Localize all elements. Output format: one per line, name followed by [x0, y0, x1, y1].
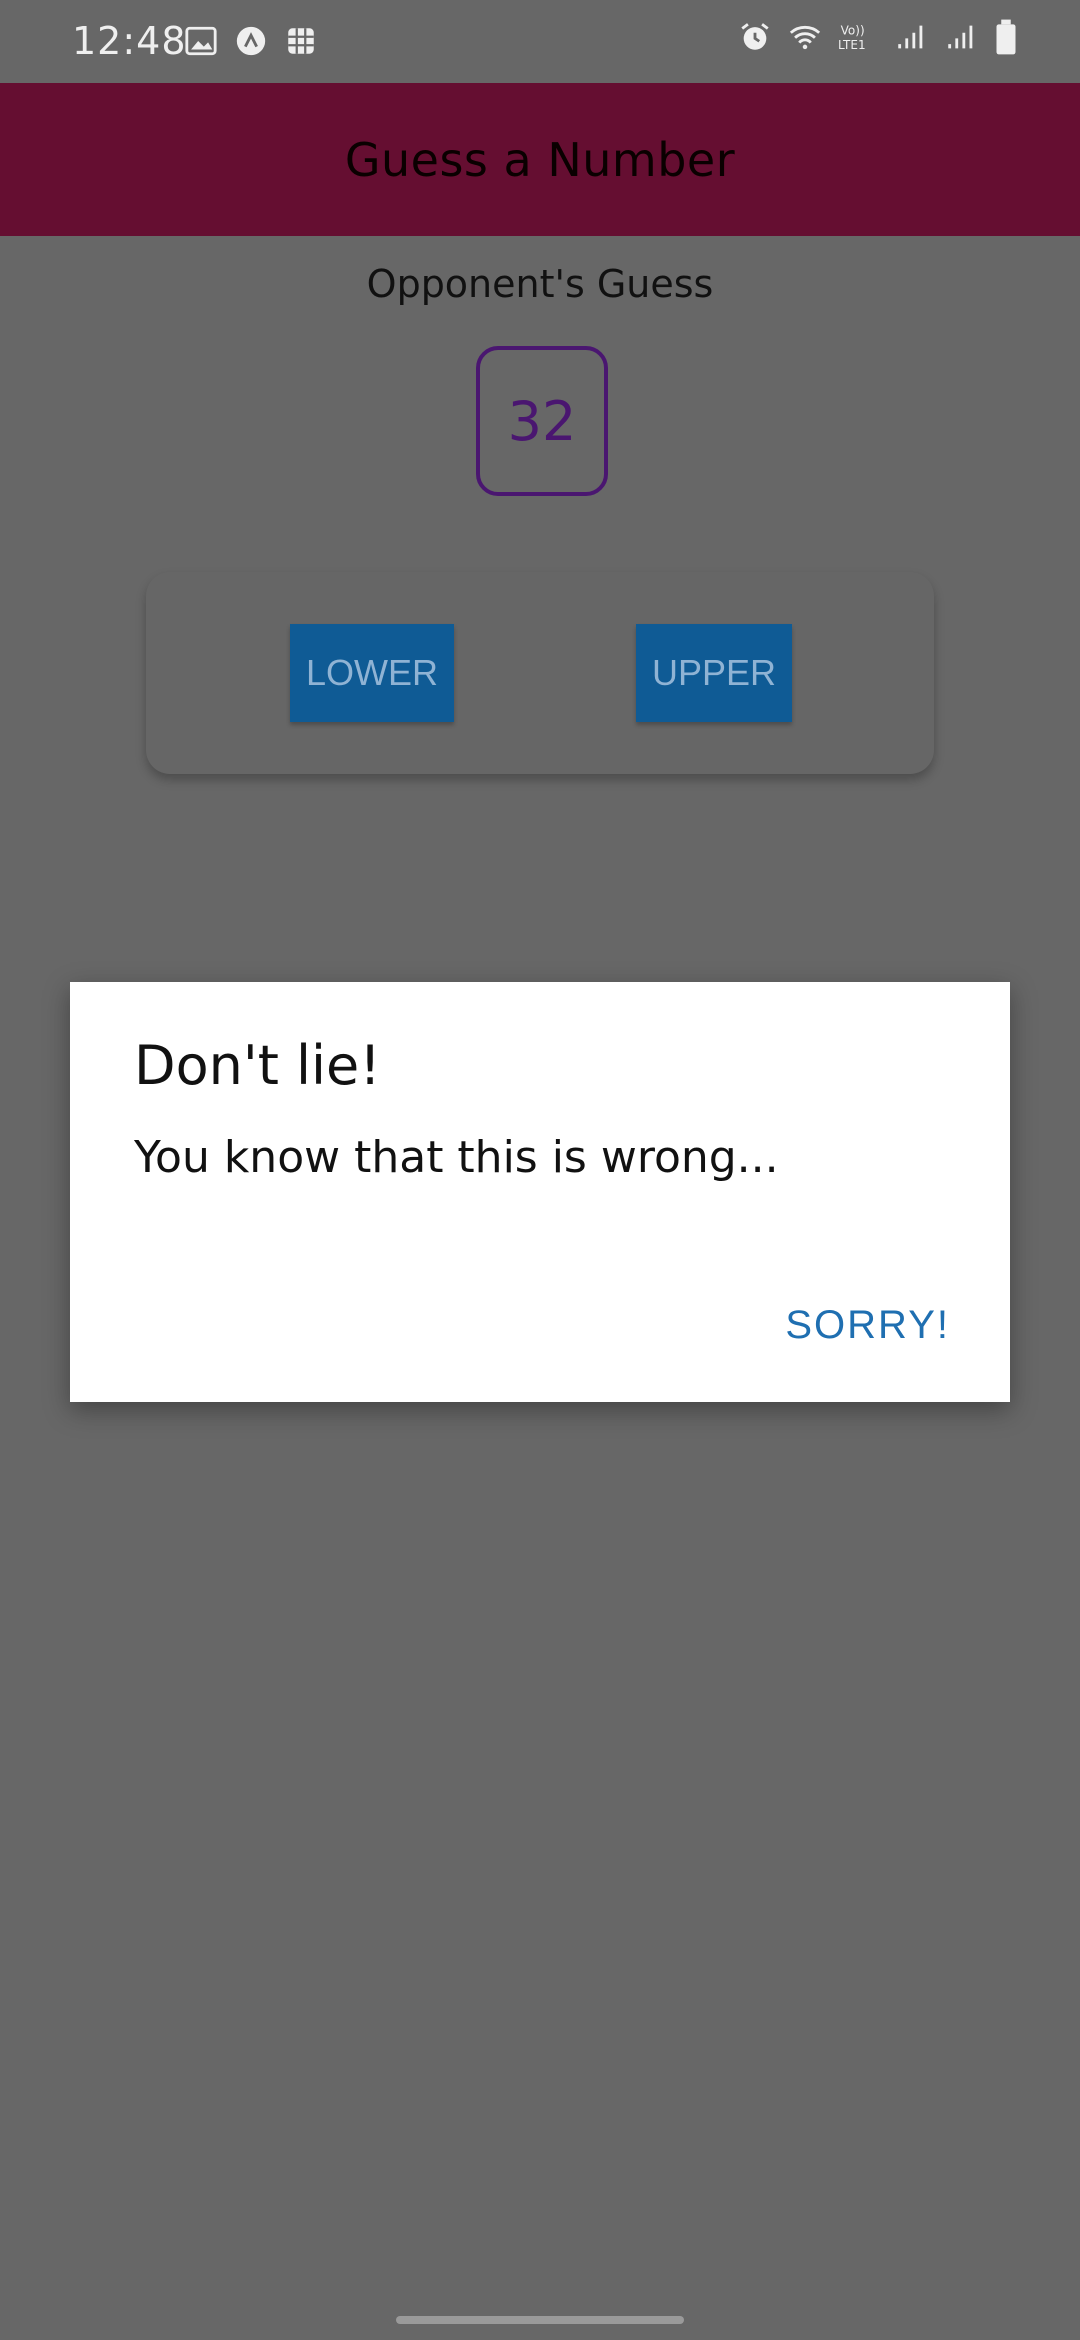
app-icon — [234, 22, 268, 60]
status-time: 12:48 — [72, 19, 187, 63]
alarm-icon — [738, 18, 772, 56]
signal-icon-2 — [944, 18, 978, 56]
sorry-button[interactable]: SORRY! — [779, 1302, 956, 1349]
upper-button[interactable]: UPPER — [636, 624, 792, 722]
status-system-icons: Vo)) LTE1 — [738, 18, 1018, 56]
status-notification-icons — [184, 22, 318, 60]
guess-number: 32 — [507, 389, 577, 453]
app-title: Guess a Number — [344, 132, 736, 187]
navigation-handle[interactable] — [396, 2316, 684, 2324]
svg-text:LTE1: LTE1 — [838, 38, 866, 52]
wifi-icon — [788, 18, 822, 56]
gallery-icon — [184, 22, 218, 60]
grid-icon — [284, 22, 318, 60]
dialog-title: Don't lie! — [134, 1034, 381, 1097]
guess-number-box: 32 — [476, 346, 608, 496]
alert-dialog: Don't lie! You know that this is wrong..… — [70, 982, 1010, 1402]
volte-icon: Vo)) LTE1 — [838, 18, 878, 56]
lower-button[interactable]: LOWER — [290, 624, 454, 722]
hint-button-card: LOWER UPPER — [146, 572, 934, 774]
app-header: Guess a Number — [0, 83, 1080, 236]
dialog-message: You know that this is wrong... — [134, 1132, 779, 1183]
battery-icon — [994, 18, 1018, 56]
svg-text:Vo)): Vo)) — [841, 23, 865, 37]
status-bar: 12:48 Vo)) LTE1 — [0, 0, 1080, 83]
opponent-guess-label: Opponent's Guess — [366, 262, 714, 306]
signal-icon — [894, 18, 928, 56]
